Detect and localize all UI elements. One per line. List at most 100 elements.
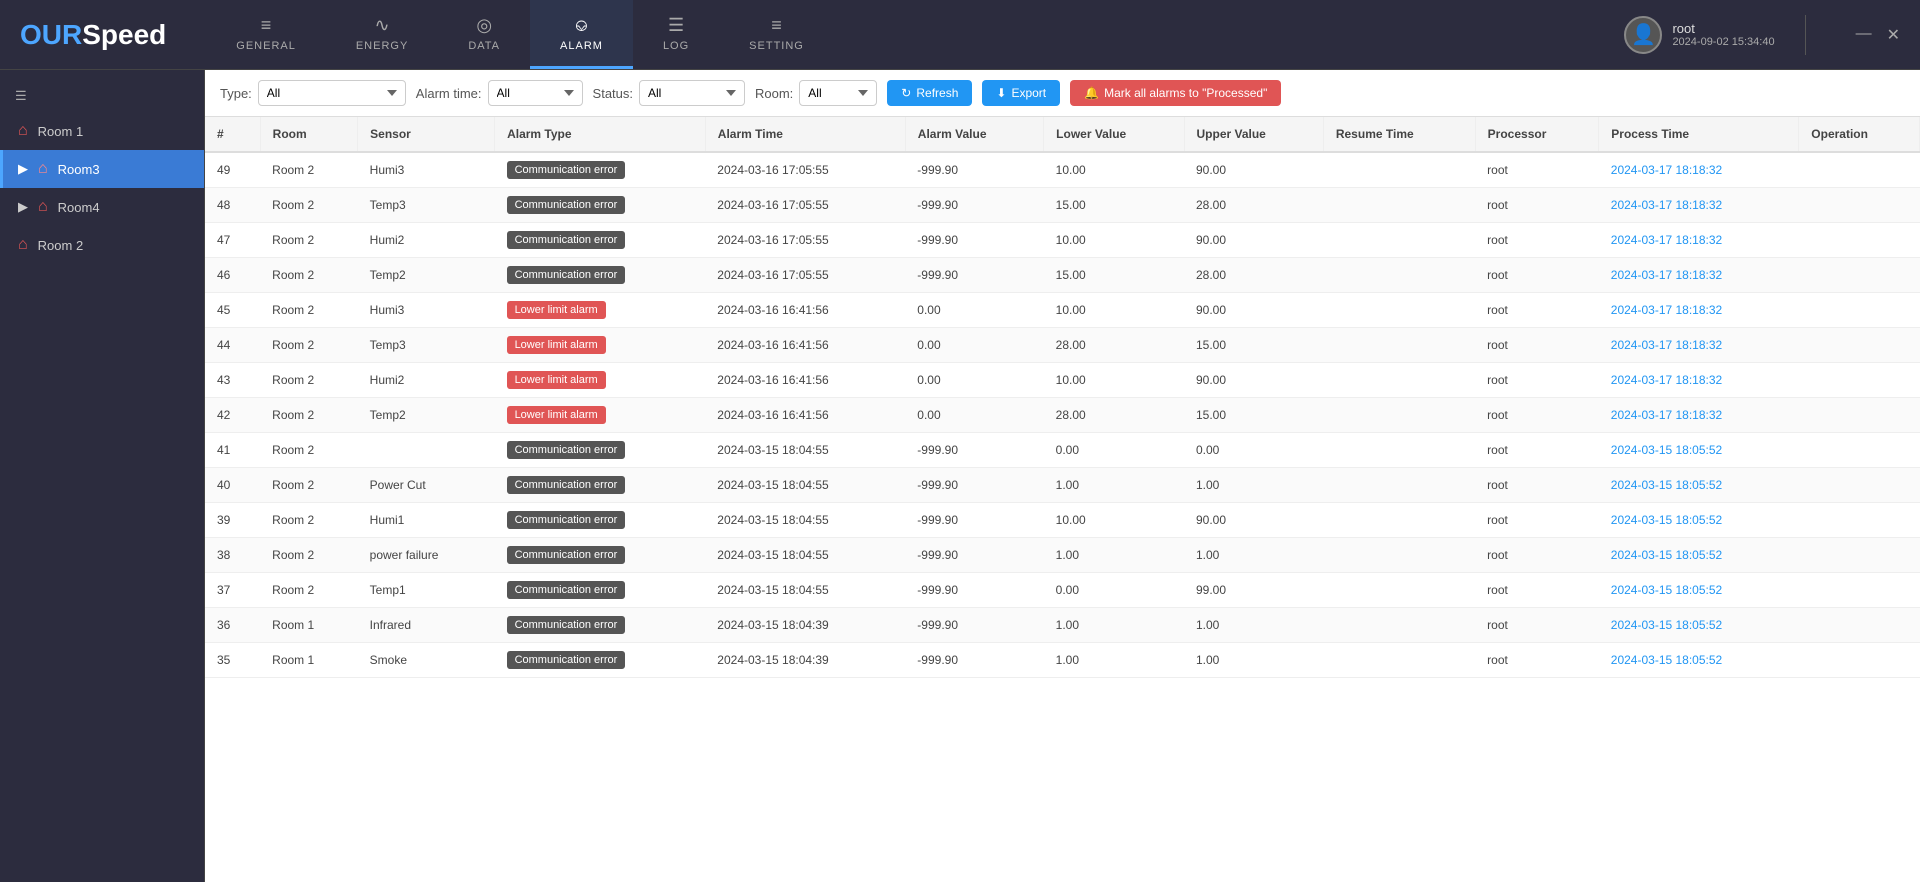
cell-alarm-type: Communication error bbox=[495, 188, 706, 223]
cell-room: Room 2 bbox=[260, 433, 358, 468]
tab-setting[interactable]: ≡ SETTING bbox=[719, 0, 834, 69]
cell-room: Room 2 bbox=[260, 398, 358, 433]
cell-room: Room 1 bbox=[260, 643, 358, 678]
col-operation: Operation bbox=[1799, 117, 1920, 152]
cell-lower-value: 1.00 bbox=[1044, 468, 1184, 503]
refresh-button[interactable]: ↻ Refresh bbox=[887, 80, 972, 106]
cell-room: Room 2 bbox=[260, 223, 358, 258]
col-room: Room bbox=[260, 117, 358, 152]
cell-room: Room 2 bbox=[260, 503, 358, 538]
refresh-label: Refresh bbox=[916, 86, 958, 100]
tab-general[interactable]: ≡ GENERAL bbox=[206, 0, 326, 69]
cell-resume-time bbox=[1323, 328, 1475, 363]
tab-energy[interactable]: ∿ ENERGY bbox=[326, 0, 438, 69]
tab-energy-label: ENERGY bbox=[356, 40, 408, 52]
tab-log[interactable]: ☰ LOG bbox=[633, 0, 719, 69]
type-label: Type: bbox=[220, 86, 252, 101]
type-select[interactable]: All Communication error Lower limit alar… bbox=[258, 80, 406, 106]
col-sensor: Sensor bbox=[358, 117, 495, 152]
mark-label: Mark all alarms to "Processed" bbox=[1104, 86, 1267, 100]
cell-resume-time bbox=[1323, 538, 1475, 573]
cell-process-time: 2024-03-17 18:18:32 bbox=[1599, 188, 1799, 223]
main-container: ☰ ⌂ Room 1 ▶ ⌂ Room3 ▶ ⌂ Room4 ⌂ Room 2 … bbox=[0, 70, 1920, 882]
cell-upper-value: 90.00 bbox=[1184, 363, 1323, 398]
cell-upper-value: 1.00 bbox=[1184, 608, 1323, 643]
cell-room: Room 2 bbox=[260, 188, 358, 223]
cell-alarm-value: -999.90 bbox=[905, 573, 1043, 608]
cell-num: 44 bbox=[205, 328, 260, 363]
cell-process-time: 2024-03-15 18:05:52 bbox=[1599, 643, 1799, 678]
cell-num: 40 bbox=[205, 468, 260, 503]
room3-expand: ▶ bbox=[18, 161, 28, 177]
cell-alarm-type: Communication error bbox=[495, 573, 706, 608]
alarm-time-select[interactable]: All Today This Week This Month bbox=[488, 80, 583, 106]
cell-lower-value: 10.00 bbox=[1044, 152, 1184, 188]
cell-num: 35 bbox=[205, 643, 260, 678]
export-label: Export bbox=[1011, 86, 1046, 100]
status-select[interactable]: All Processed Unprocessed bbox=[639, 80, 745, 106]
sidebar-label-room1: Room 1 bbox=[38, 124, 84, 139]
cell-operation bbox=[1799, 503, 1920, 538]
mark-all-button[interactable]: 🔔 Mark all alarms to "Processed" bbox=[1070, 80, 1281, 106]
table-row: 42 Room 2 Temp2 Lower limit alarm 2024-0… bbox=[205, 398, 1920, 433]
cell-lower-value: 0.00 bbox=[1044, 433, 1184, 468]
cell-resume-time bbox=[1323, 293, 1475, 328]
tab-alarm[interactable]: ⎉ ALARM bbox=[530, 0, 633, 69]
cell-process-time: 2024-03-17 18:18:32 bbox=[1599, 398, 1799, 433]
sidebar-label-room3: Room3 bbox=[58, 162, 100, 177]
room-label: Room: bbox=[755, 86, 793, 101]
cell-resume-time bbox=[1323, 223, 1475, 258]
export-button[interactable]: ⬇ Export bbox=[982, 80, 1060, 106]
cell-alarm-time: 2024-03-16 16:41:56 bbox=[705, 328, 905, 363]
cell-sensor: Humi3 bbox=[358, 152, 495, 188]
sidebar-menu-icon[interactable]: ☰ bbox=[0, 80, 204, 112]
window-controls: — ✕ bbox=[1856, 25, 1900, 45]
menu-icon: ☰ bbox=[15, 88, 27, 104]
sidebar-item-room2[interactable]: ⌂ Room 2 bbox=[0, 226, 204, 264]
col-upper-value: Upper Value bbox=[1184, 117, 1323, 152]
main-nav: ≡ GENERAL ∿ ENERGY ◎ DATA ⎉ ALARM ☰ LOG … bbox=[206, 0, 1624, 69]
cell-room: Room 2 bbox=[260, 293, 358, 328]
cell-lower-value: 28.00 bbox=[1044, 328, 1184, 363]
cell-processor: root bbox=[1475, 433, 1599, 468]
sidebar-item-room3[interactable]: ▶ ⌂ Room3 bbox=[0, 150, 204, 188]
cell-room: Room 2 bbox=[260, 328, 358, 363]
cell-processor: root bbox=[1475, 643, 1599, 678]
cell-lower-value: 1.00 bbox=[1044, 538, 1184, 573]
cell-room: Room 2 bbox=[260, 258, 358, 293]
room-select[interactable]: All Room 1 Room 2 Room3 Room4 bbox=[799, 80, 877, 106]
sidebar-item-room4[interactable]: ▶ ⌂ Room4 bbox=[0, 188, 204, 226]
close-button[interactable]: ✕ bbox=[1887, 25, 1900, 45]
table-row: 49 Room 2 Humi3 Communication error 2024… bbox=[205, 152, 1920, 188]
cell-operation bbox=[1799, 573, 1920, 608]
cell-alarm-time: 2024-03-16 16:41:56 bbox=[705, 363, 905, 398]
cell-room: Room 2 bbox=[260, 573, 358, 608]
cell-alarm-time: 2024-03-15 18:04:55 bbox=[705, 433, 905, 468]
cell-alarm-time: 2024-03-16 17:05:55 bbox=[705, 258, 905, 293]
cell-alarm-type: Communication error bbox=[495, 223, 706, 258]
cell-process-time: 2024-03-17 18:18:32 bbox=[1599, 152, 1799, 188]
sidebar-item-room1[interactable]: ⌂ Room 1 bbox=[0, 112, 204, 150]
cell-process-time: 2024-03-15 18:05:52 bbox=[1599, 468, 1799, 503]
tab-setting-label: SETTING bbox=[749, 40, 804, 52]
type-filter: Type: All Communication error Lower limi… bbox=[220, 80, 406, 106]
room-filter: Room: All Room 1 Room 2 Room3 Room4 bbox=[755, 80, 877, 106]
cell-upper-value: 0.00 bbox=[1184, 433, 1323, 468]
tab-data[interactable]: ◎ DATA bbox=[438, 0, 530, 69]
cell-lower-value: 15.00 bbox=[1044, 188, 1184, 223]
minimize-button[interactable]: — bbox=[1856, 25, 1872, 45]
cell-num: 42 bbox=[205, 398, 260, 433]
cell-lower-value: 15.00 bbox=[1044, 258, 1184, 293]
cell-alarm-time: 2024-03-16 16:41:56 bbox=[705, 398, 905, 433]
cell-processor: root bbox=[1475, 188, 1599, 223]
cell-room: Room 2 bbox=[260, 152, 358, 188]
cell-resume-time bbox=[1323, 188, 1475, 223]
cell-operation bbox=[1799, 223, 1920, 258]
cell-num: 38 bbox=[205, 538, 260, 573]
cell-upper-value: 90.00 bbox=[1184, 503, 1323, 538]
cell-upper-value: 1.00 bbox=[1184, 643, 1323, 678]
cell-resume-time bbox=[1323, 643, 1475, 678]
cell-resume-time bbox=[1323, 152, 1475, 188]
cell-alarm-time: 2024-03-16 17:05:55 bbox=[705, 152, 905, 188]
cell-room: Room 1 bbox=[260, 608, 358, 643]
